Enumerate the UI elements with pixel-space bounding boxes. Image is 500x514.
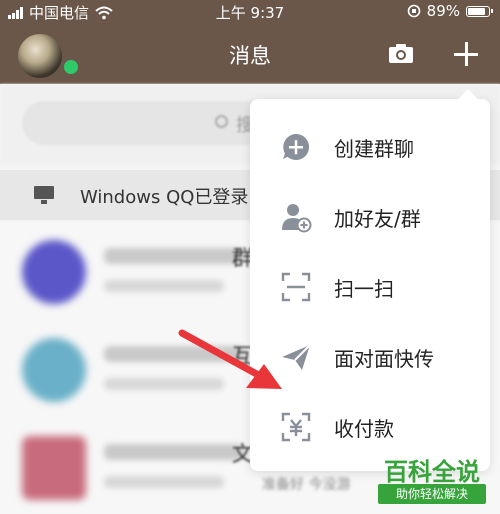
menu-item-add-friend[interactable]: 加好友/群 [250,181,490,251]
add-friend-icon [282,204,312,233]
chat-name-blur [104,248,244,264]
chat-preview-blur [104,280,224,292]
yuan-scan-icon [281,412,311,442]
plus-menu-button[interactable] [452,40,480,68]
camera-icon[interactable] [388,42,414,64]
menu-item-label: 加好友/群 [334,207,421,231]
chat-avatar [22,338,86,402]
status-right: 89% [407,2,493,20]
chat-name-blur [104,346,244,362]
menu-item-payment[interactable]: 收付款 [250,391,490,461]
nav-bar: 消息 [0,24,500,84]
watermark-subtitle: 助你轻松解决 [378,484,486,504]
status-bar: 中国电信 上午 9:37 89% [0,0,500,24]
page-title: 消息 [229,44,271,68]
plus-popup-menu: 创建群聊 加好友/群 扫一扫 面对面快传 收付款 [250,89,490,471]
scan-icon [281,272,311,302]
chat-name-blur [104,444,244,460]
watermark: 百科全说 助你轻松解决 [372,452,492,508]
menu-item-face-to-face[interactable]: 面对面快传 [250,321,490,391]
search-icon [215,115,228,128]
menu-item-scan[interactable]: 扫一扫 [250,251,490,321]
menu-item-label: 收付款 [334,417,394,441]
menu-item-create-group[interactable]: 创建群聊 [250,111,490,181]
pc-login-text: Windows QQ已登录 [80,187,249,208]
battery-icon [466,5,493,17]
menu-item-label: 创建群聊 [334,137,414,161]
chat-avatar [22,436,86,500]
group-chat-plus-icon [283,133,310,160]
monitor-icon [34,186,54,204]
watermark-title: 百科全说 [384,458,480,486]
paper-plane-icon [282,344,311,370]
chat-preview-blur [104,476,224,488]
menu-item-label: 扫一扫 [334,277,394,301]
chat-preview: 准备好 今没游 [262,477,351,493]
chat-avatar [22,240,86,304]
menu-item-label: 面对面快传 [334,347,434,371]
orientation-lock-icon [407,4,420,18]
chat-preview-blur [104,378,224,390]
battery-percent: 89% [426,2,460,20]
